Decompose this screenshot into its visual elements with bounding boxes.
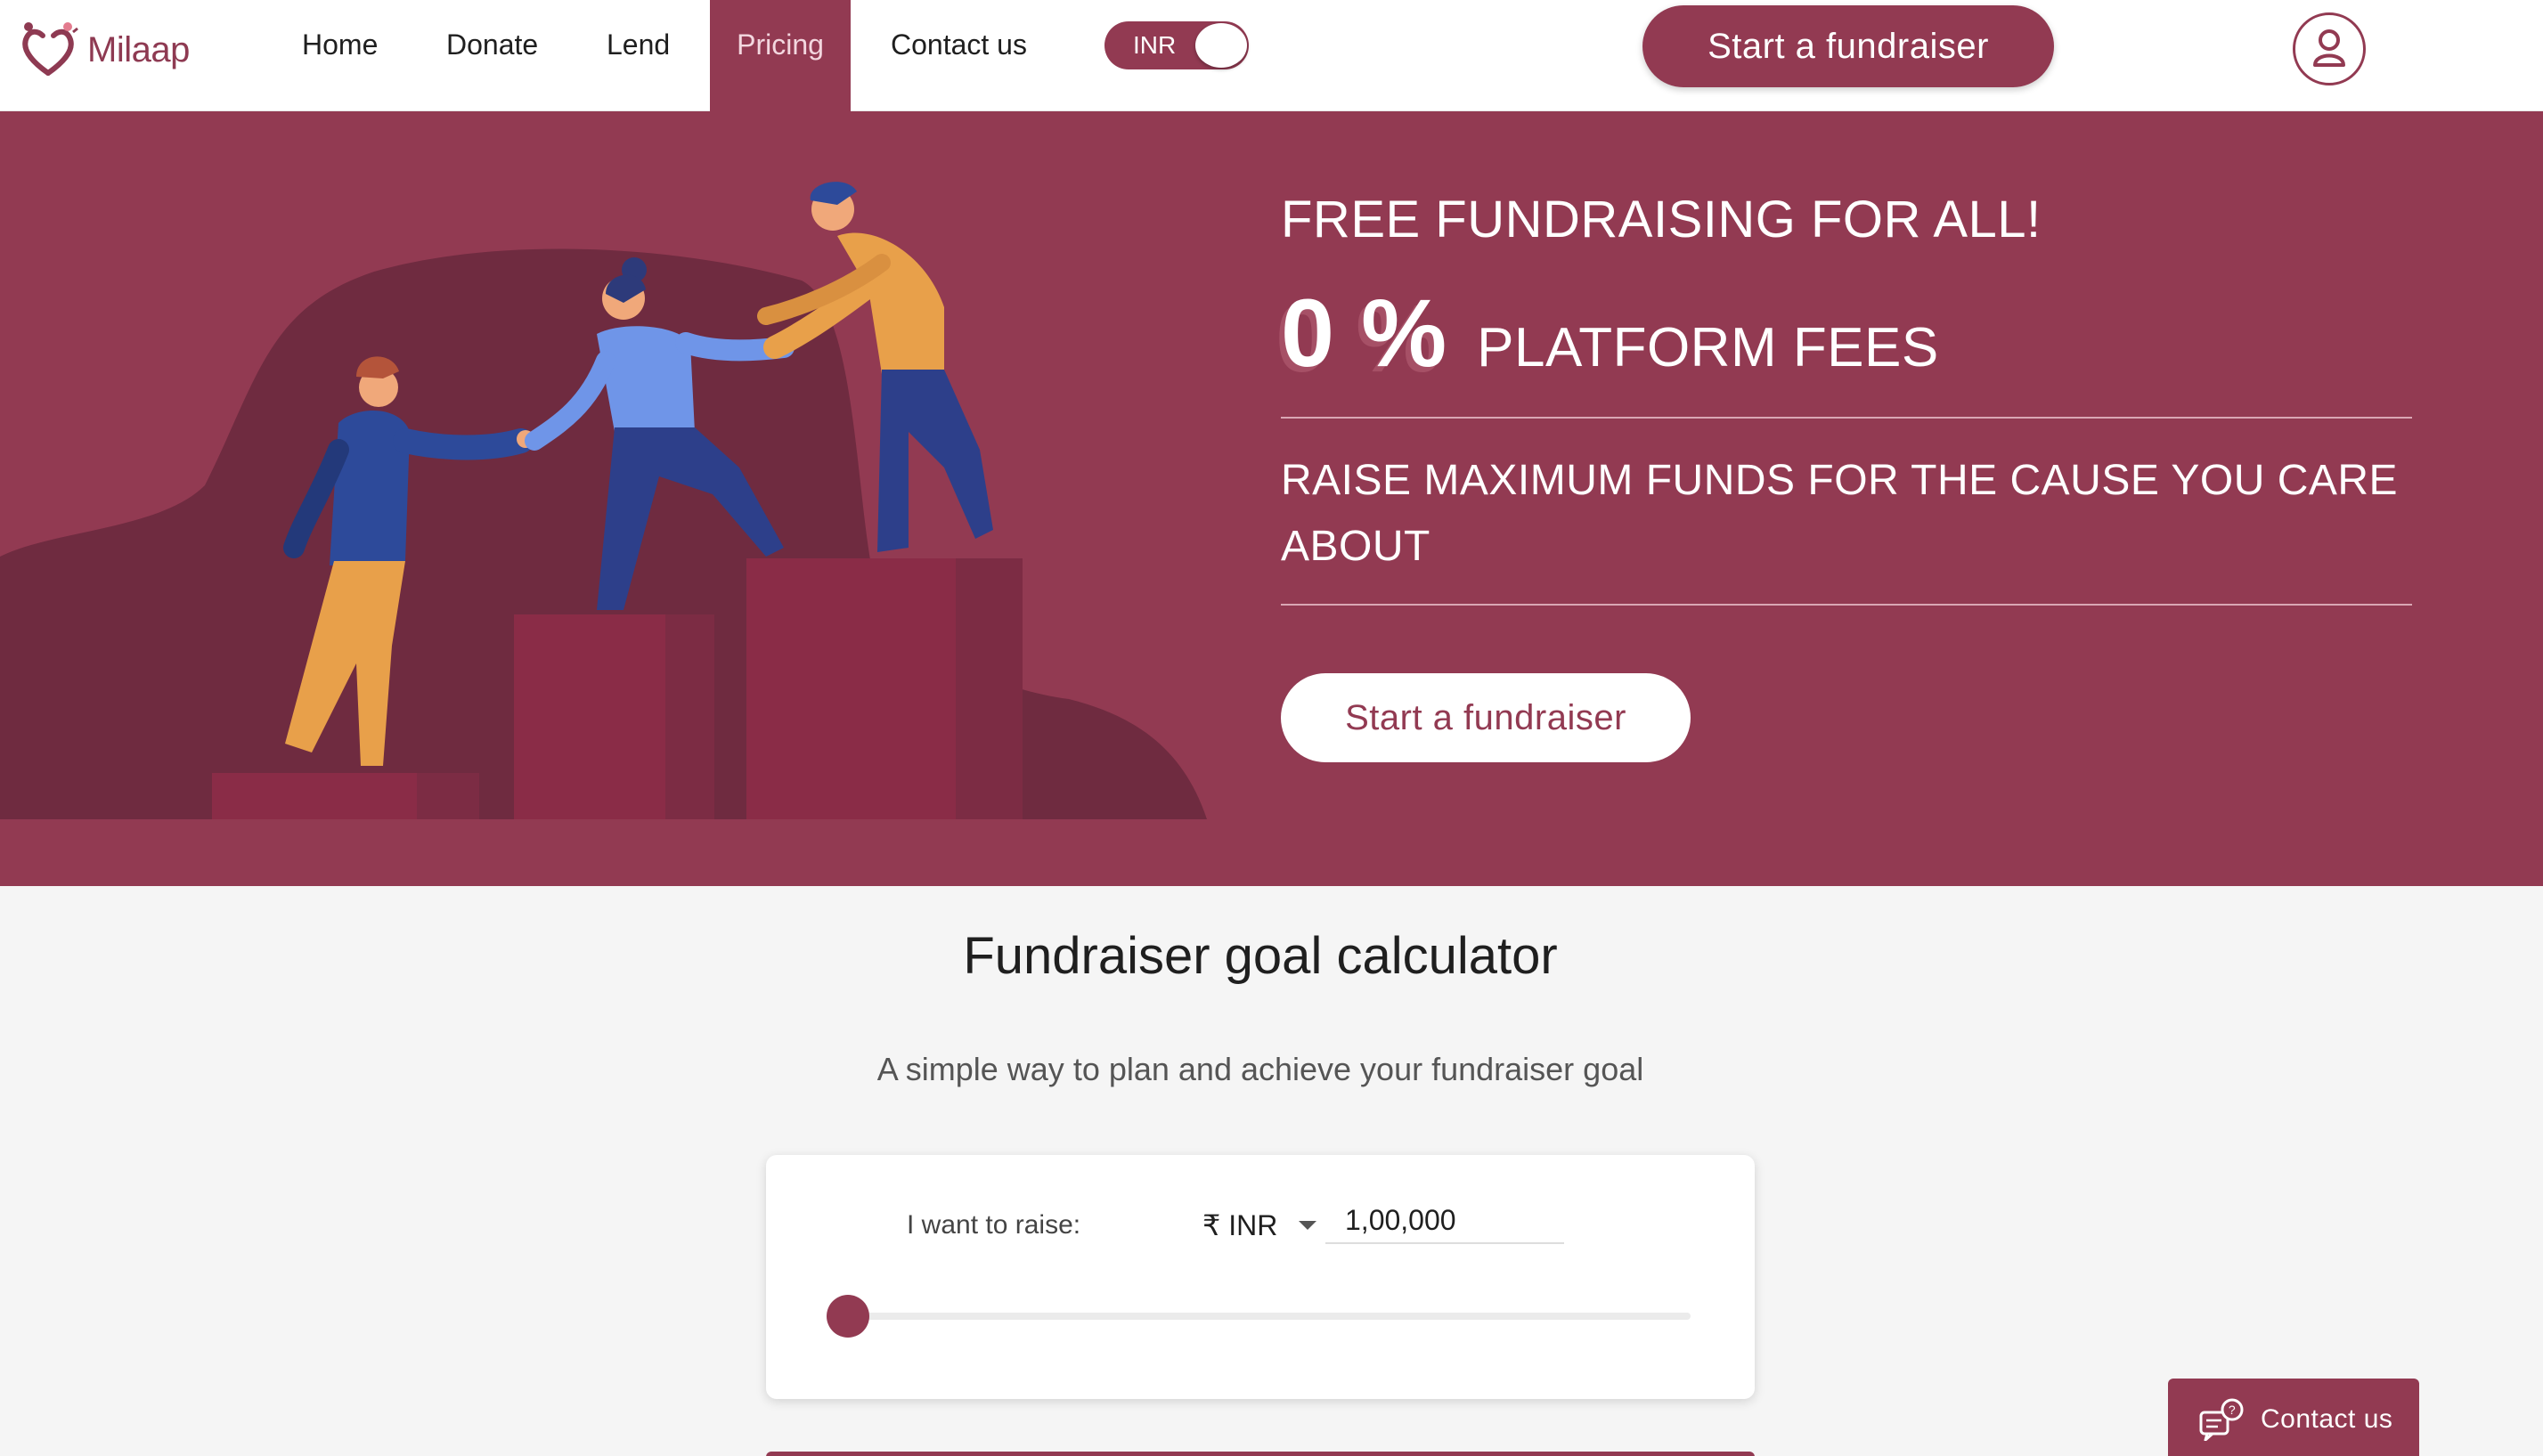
hero-title: FREE FUNDRAISING FOR ALL!: [1281, 191, 2042, 248]
amount-input[interactable]: [1325, 1198, 1564, 1244]
calculator-title: Fundraiser goal calculator: [963, 927, 1558, 985]
milaap-logo[interactable]: Milaap: [16, 18, 190, 82]
amount-slider-handle[interactable]: [827, 1295, 869, 1338]
nav-lend-link[interactable]: Lend: [580, 0, 697, 111]
top-navigation: Milaap Home Donate Lend Pricing Contact …: [0, 0, 2543, 111]
toggle-knob: [1195, 23, 1247, 68]
chevron-down-icon: [1299, 1221, 1317, 1230]
hero-subtitle: RAISE MAXIMUM FUNDS FOR THE CAUSE YOU CA…: [1281, 457, 2399, 570]
currency-toggle-label: INR: [1133, 31, 1177, 59]
currency-select-value: ₹ INR: [1202, 1209, 1278, 1241]
platform-fee-value: 0 %: [1281, 279, 1447, 386]
platform-fee-row: 0 % PLATFORM FEES: [1281, 277, 1939, 388]
goal-calculator-card: I want to raise: ₹ INR: [766, 1155, 1755, 1399]
hero-start-fundraiser-button[interactable]: Start a fundraiser: [1281, 673, 1691, 762]
currency-select[interactable]: ₹ INR: [1202, 1208, 1317, 1242]
climbing-people-illustration: [0, 182, 1207, 819]
currency-toggle[interactable]: INR: [1104, 21, 1249, 69]
nav-donate-link[interactable]: Donate: [420, 0, 565, 111]
heart-people-logo-icon: [22, 22, 78, 76]
svg-text:?: ?: [2229, 1403, 2236, 1417]
chat-help-icon: ?: [2199, 1398, 2244, 1441]
nav-contact-link[interactable]: Contact us: [864, 0, 1054, 111]
brand-name: Milaap: [87, 29, 190, 69]
hero-divider-top: [1281, 417, 2412, 419]
nav-home-link[interactable]: Home: [275, 0, 404, 111]
raise-amount-label: I want to raise:: [907, 1210, 1081, 1240]
user-icon: [2313, 29, 2345, 67]
calculator-subtitle: A simple way to plan and achieve your fu…: [876, 1051, 1644, 1087]
hero-divider-bottom: [1281, 604, 2412, 606]
profile-button[interactable]: [2293, 12, 2366, 85]
start-fundraiser-button[interactable]: Start a fundraiser: [1642, 5, 2054, 87]
amount-slider-track[interactable]: [827, 1313, 1691, 1320]
next-section-button-edge[interactable]: [766, 1452, 1755, 1456]
nav-pricing-link[interactable]: Pricing: [710, 0, 851, 111]
floating-contact-label: Contact us: [2261, 1404, 2393, 1434]
floating-contact-button[interactable]: ? Contact us: [2168, 1379, 2419, 1456]
platform-fee-label: PLATFORM FEES: [1477, 317, 1939, 378]
hero-banner: FREE FUNDRAISING FOR ALL! 0 % PLATFORM F…: [0, 111, 2543, 886]
